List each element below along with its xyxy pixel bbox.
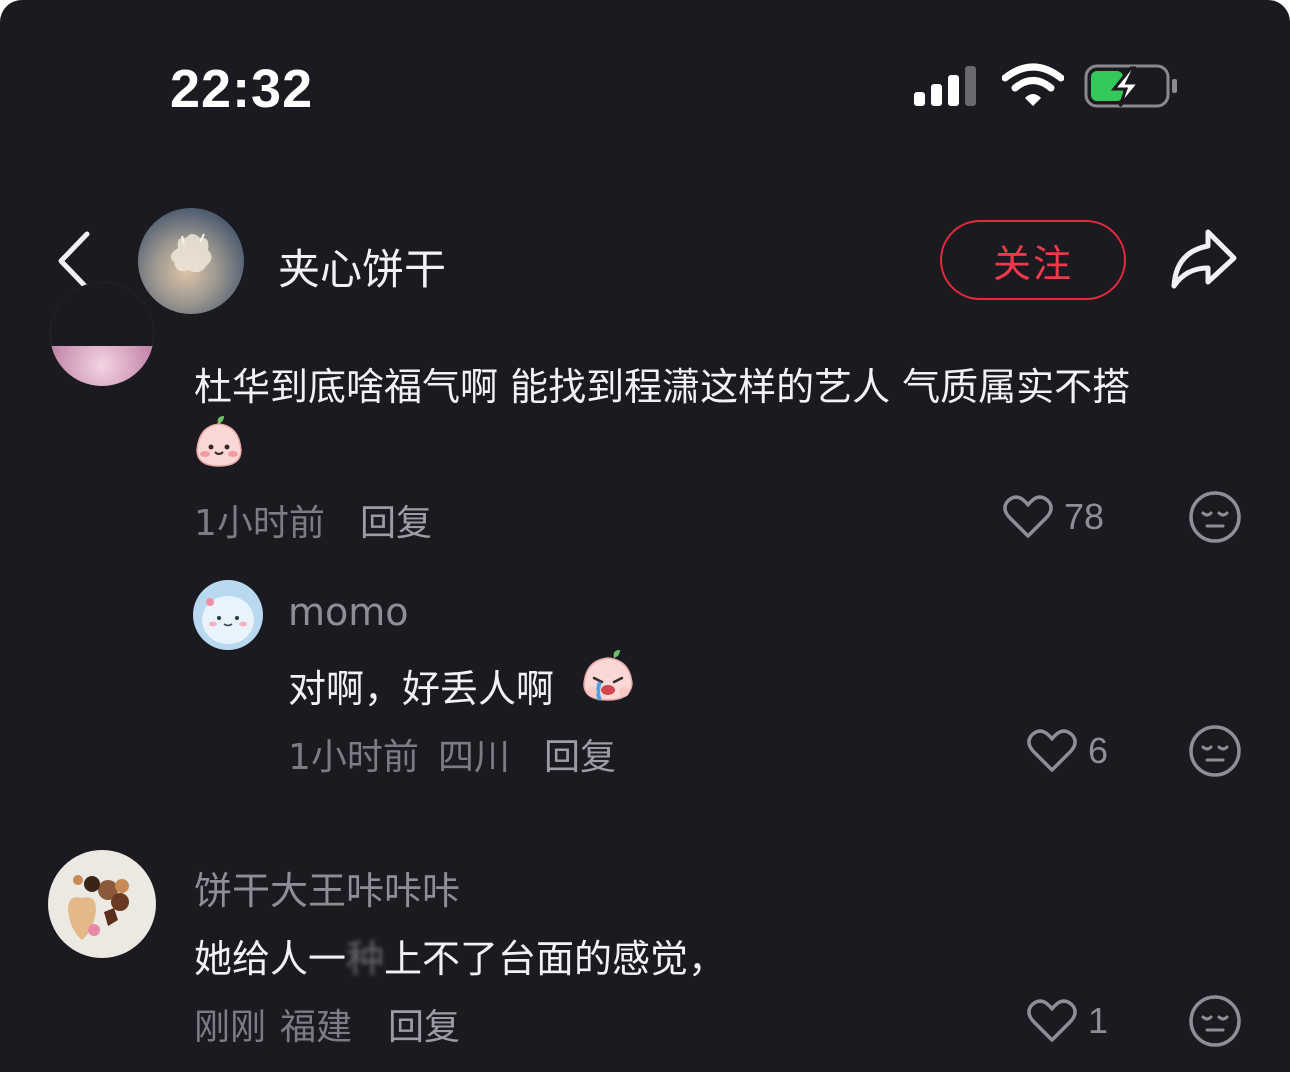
- follow-button[interactable]: 关注: [940, 220, 1126, 300]
- comment-text-start: 她给人一: [194, 937, 347, 981]
- comment-text: 她给人一种上不了台面的感觉，: [194, 928, 726, 983]
- like-count: 1: [1088, 1000, 1109, 1041]
- seal-character-image: [202, 596, 254, 644]
- dislike-face-icon[interactable]: [1188, 490, 1242, 544]
- author-name[interactable]: 夹心饼干: [278, 236, 446, 297]
- shy-emoji-icon: [196, 416, 242, 467]
- commenter-avatar[interactable]: [48, 850, 156, 958]
- comment-location: 四川: [438, 737, 511, 778]
- comment-text: 杜华到底啥福气啊 能找到程潇这样的艺人 气质属实不搭: [194, 365, 1131, 409]
- comment-time: 1小时前: [194, 503, 325, 544]
- like-heart-icon[interactable]: [1002, 494, 1054, 540]
- battery-charging-icon: [1084, 64, 1177, 108]
- reply-button[interactable]: 回复: [388, 998, 460, 1050]
- reply-button[interactable]: 回复: [360, 494, 432, 546]
- status-time: 22:32: [170, 59, 314, 119]
- dislike-face-icon[interactable]: [1188, 994, 1242, 1048]
- blurred-word: 种: [346, 937, 385, 981]
- commenter-name[interactable]: momo: [288, 590, 409, 634]
- dislike-face-icon[interactable]: [1188, 724, 1242, 778]
- cellular-signal-icon: [914, 66, 976, 106]
- crying-emoji-icon: [583, 650, 633, 701]
- like-heart-icon[interactable]: [1026, 728, 1078, 774]
- commenter-name[interactable]: 饼干大王咔咔咔: [194, 860, 460, 915]
- share-icon[interactable]: [1168, 226, 1240, 292]
- like-count: 78: [1064, 496, 1105, 537]
- like-heart-icon[interactable]: [1026, 998, 1078, 1044]
- commenter-avatar[interactable]: [193, 580, 263, 650]
- commenter-avatar[interactable]: [50, 282, 154, 386]
- comment-location: 福建: [280, 1007, 353, 1048]
- comment-time: 刚刚: [194, 1007, 267, 1048]
- like-count: 6: [1088, 730, 1109, 771]
- reply-button[interactable]: 回复: [544, 728, 616, 780]
- comment-text-end: 上不了台面的感觉，: [384, 937, 727, 981]
- comment-text: 对啊，好丢人啊: [288, 667, 555, 711]
- cookies-image: [68, 875, 129, 940]
- wifi-icon: [1002, 63, 1064, 106]
- comment-time: 1小时前: [288, 737, 419, 778]
- app-screen: 22:32 夹心饼干 关注 杜华到底啥福气啊 能找到程潇这样的艺人 气质属实不搭: [0, 0, 1290, 1072]
